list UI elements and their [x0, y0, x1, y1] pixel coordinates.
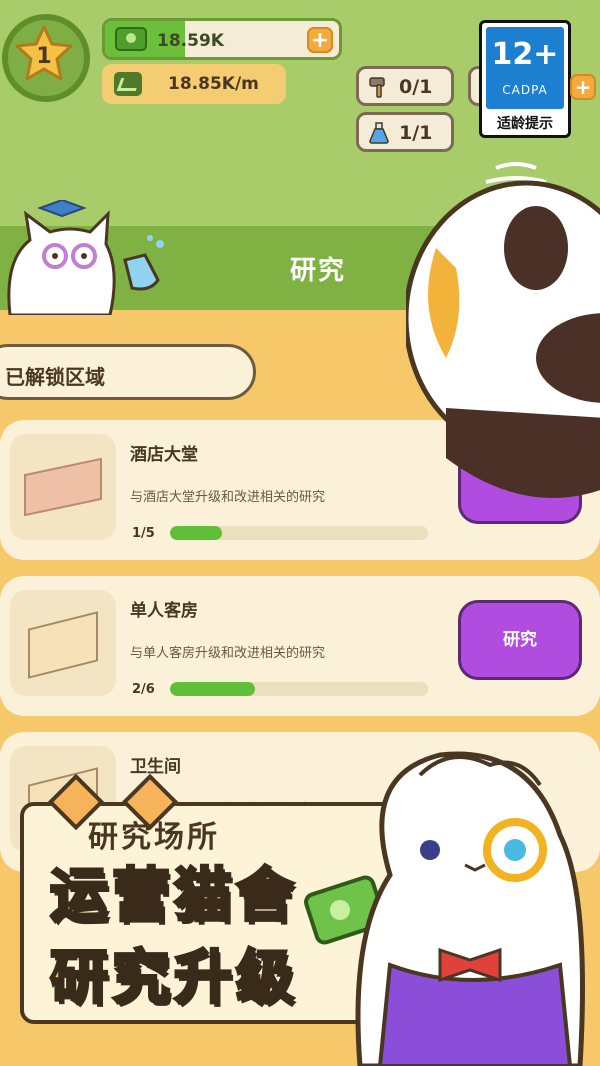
progress-bar [170, 526, 428, 540]
money-value: 18.59K [157, 31, 224, 51]
card-progress-text: 2/6 [132, 682, 155, 697]
card-progress-text: 1/5 [132, 526, 155, 541]
age-rating-badge: 12+ CADPA 适龄提示 [479, 20, 571, 138]
research-button[interactable]: 研究 [458, 600, 582, 680]
hammer-icon [369, 77, 385, 98]
section-label: 已解锁区域 [5, 365, 105, 389]
progress-bar [170, 682, 428, 696]
single-room-shape [28, 611, 98, 679]
hammer-counter[interactable]: 0/1 [356, 66, 454, 106]
single-room-thumbnail [10, 590, 116, 696]
card-description: 与单人客房升级和改进相关的研究 [130, 646, 326, 661]
research-card: 单人客房 与单人客房升级和改进相关的研究 2/6 研究 [0, 576, 600, 716]
page-title: 研究 [290, 256, 347, 286]
income-rate-value: 18.85K/m [168, 74, 259, 94]
progress-fill [170, 526, 222, 540]
card-title: 卫生间 [130, 757, 181, 777]
flask-icon [369, 122, 389, 144]
chart-up-icon [114, 72, 142, 96]
add-money-button[interactable]: + [307, 27, 333, 53]
income-rate-bar: 18.85K/m [102, 64, 286, 104]
lobby-room-shape [24, 457, 102, 517]
hotel-lobby-thumbnail [10, 434, 116, 540]
card-title: 单人客房 [130, 601, 198, 621]
promo-line-1: 运营猫舍 [48, 860, 299, 931]
card-description: 与酒店大堂升级和改进相关的研究 [130, 490, 326, 505]
age-rating-org: CADPA [502, 83, 548, 97]
age-rating-label: 适龄提示 [497, 116, 553, 132]
flask-count: 1/1 [399, 122, 433, 144]
age-rating-panel: 12+ CADPA [486, 27, 564, 109]
progress-fill [170, 682, 256, 696]
level-number: 1 [36, 44, 52, 69]
cash-icon [115, 27, 147, 51]
flask-counter[interactable]: 1/1 [356, 112, 454, 152]
cow-cat-illustration [406, 162, 600, 498]
unlocked-area-label: 已解锁区域 [0, 344, 256, 400]
promo-line-2: 研究升级 [48, 942, 299, 1013]
add-resource-button[interactable]: + [570, 74, 596, 100]
age-rating-value: 12+ [491, 37, 559, 72]
monocle-cat-illustration [304, 751, 585, 1066]
hammer-count: 0/1 [399, 76, 433, 98]
scholar-cat-illustration [7, 200, 164, 315]
card-title: 酒店大堂 [130, 445, 198, 465]
money-bar: 18.59K + [102, 18, 342, 60]
